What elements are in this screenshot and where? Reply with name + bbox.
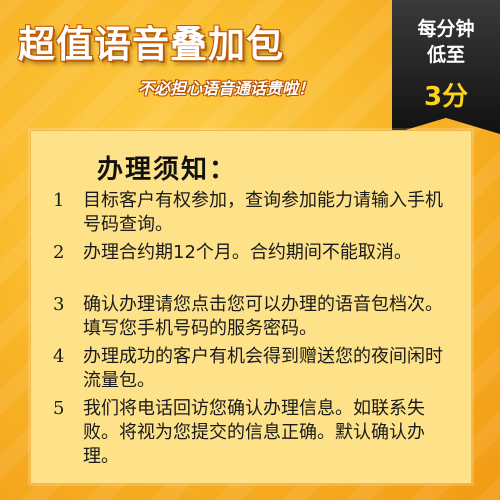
rule-number: 2 [53, 242, 65, 263]
rule-number: 3 [53, 294, 65, 315]
promo-page: 超值语音叠加包 不必担心语音通话贵啦！ 每分钟 低至 3分 办理须知： 1 目标… [0, 0, 500, 500]
rule-text: 办理成功的客户有机会得到赠送您的夜间闲时流量包。 [83, 346, 443, 391]
rule-text: 办理合约期12个月。合约期间不能取消。 [83, 242, 412, 263]
rules-list: 1 目标客户有权参加，查询参加能力请输入手机号码查询。 2 办理合约期12个月。… [31, 131, 471, 483]
promo-title: 超值语音叠加包 [18, 23, 284, 66]
notice-panel: 办理须知： 1 目标客户有权参加，查询参加能力请输入手机号码查询。 2 办理合约… [30, 130, 472, 484]
rule-item: 1 目标客户有权参加，查询参加能力请输入手机号码查询。 [53, 189, 453, 237]
rule-text: 确认办理请您点击您可以办理的语音包档次。填写您手机号码的服务密码。 [83, 294, 443, 339]
rule-number: 4 [53, 346, 65, 367]
rule-text: 我们将电话回访您确认办理信息。如联系失败。将视为您提交的信息正确。默认确认办理。 [83, 398, 425, 467]
badge-per-minute: 每分钟 [417, 18, 475, 40]
rule-number: 1 [53, 190, 65, 211]
rule-item: 2 办理合约期12个月。合约期间不能取消。 [53, 241, 453, 265]
badge-rate: 3分 [423, 82, 469, 112]
price-badge: 每分钟 低至 3分 [392, 0, 500, 134]
rule-item: 5 我们将电话回访您确认办理信息。如联系失败。将视为您提交的信息正确。默认确认办… [53, 397, 453, 469]
rule-number: 5 [53, 398, 65, 419]
rule-item: 4 办理成功的客户有机会得到赠送您的夜间闲时流量包。 [53, 345, 453, 393]
rule-text: 目标客户有权参加，查询参加能力请输入手机号码查询。 [83, 190, 443, 235]
badge-as-low-as: 低至 [426, 44, 465, 66]
promo-subtitle: 不必担心语音通话贵啦！ [138, 79, 315, 98]
rule-item: 3 确认办理请您点击您可以办理的语音包档次。填写您手机号码的服务密码。 [53, 293, 453, 341]
